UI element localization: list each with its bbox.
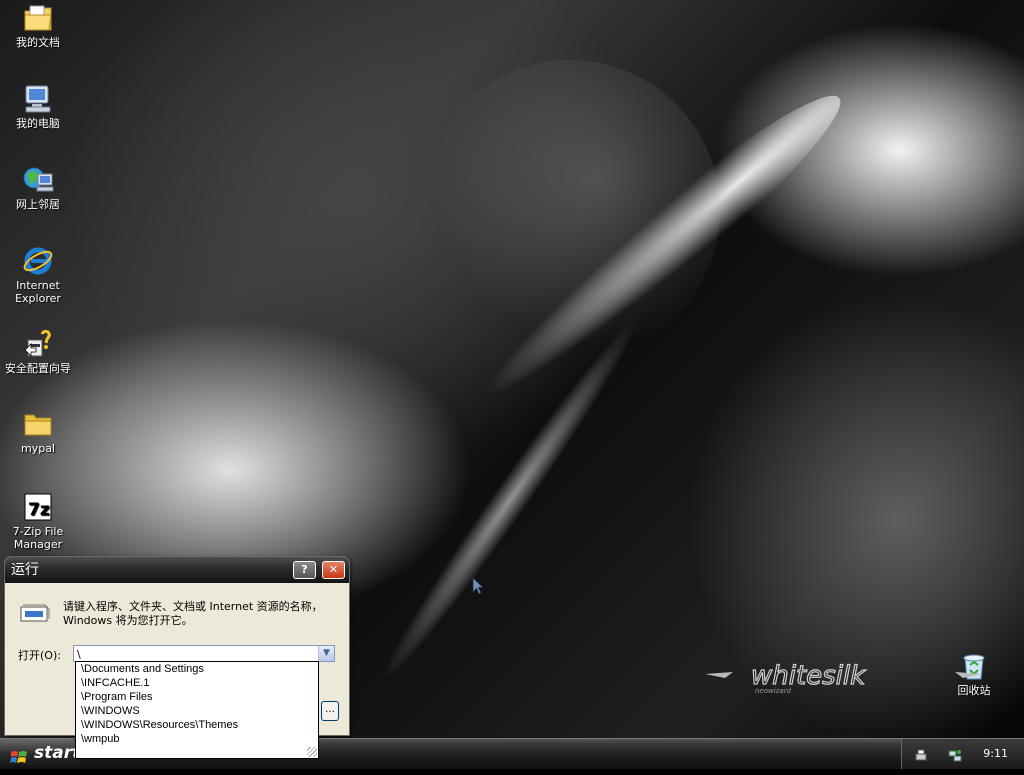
wallpaper-streak [420, 60, 720, 360]
open-combobox[interactable]: \ ▼ [73, 645, 335, 662]
browse-button-partial[interactable]: … [321, 701, 339, 721]
dialog-description: 请键入程序、文件夹、文档或 Internet 资源的名称，Windows 将为您… [63, 600, 323, 627]
desktop-icon-label: 网上邻居 [16, 198, 60, 211]
dialog-title-bar[interactable]: 运行 ? ✕ [5, 557, 349, 583]
7zip-icon: 7z [22, 491, 54, 523]
desktop-icon-mypal[interactable]: mypal [0, 408, 76, 455]
desktop-icon-label: 我的文档 [16, 36, 60, 49]
desktop-icon-label: 我的电脑 [16, 117, 60, 130]
run-icon [19, 601, 51, 625]
desktop-icon-label: 安全配置向导 [5, 362, 71, 375]
folder-icon [22, 408, 54, 440]
mouse-cursor [472, 577, 485, 600]
desktop-icon-label: 7-Zip File Manager [12, 525, 64, 551]
system-tray: 9:11 [901, 739, 1024, 769]
autocomplete-item[interactable]: \Program Files [76, 690, 318, 704]
security-wizard-icon [22, 328, 54, 360]
autocomplete-item[interactable]: \Documents and Settings [76, 662, 318, 676]
desktop-icon-label: mypal [20, 442, 55, 455]
autocomplete-item[interactable]: \WINDOWS [76, 704, 318, 718]
resize-grip[interactable] [307, 747, 317, 757]
help-button[interactable]: ? [293, 561, 316, 579]
close-button[interactable]: ✕ [322, 561, 345, 579]
logo-sub: neowizard [755, 687, 792, 695]
desktop-icon-network-places[interactable]: 网上邻居 [0, 164, 76, 211]
my-documents-icon [22, 2, 54, 34]
start-label: start [34, 743, 81, 763]
network-places-icon [22, 164, 54, 196]
autocomplete-list: \Documents and Settings \INFCACHE.1 \Pro… [75, 661, 319, 759]
desktop-icon-my-computer[interactable]: 我的电脑 [0, 83, 76, 130]
wallpaper-logo: whitesilk neowizard [705, 660, 983, 696]
windows-logo-icon [10, 746, 28, 763]
desktop-icon-label: Internet Explorer [15, 279, 61, 305]
clock[interactable]: 9:11 [983, 747, 1008, 760]
autocomplete-item[interactable]: \wmpub [76, 732, 318, 746]
autocomplete-item[interactable]: \WINDOWS\Resources\Themes [76, 718, 318, 732]
open-input-value[interactable]: \ [77, 648, 81, 661]
my-computer-icon [22, 83, 54, 115]
desktop-icon-7zip[interactable]: 7z 7-Zip File Manager [0, 491, 76, 551]
desktop-icon-my-documents[interactable]: 我的文档 [0, 2, 76, 49]
svg-text:7z: 7z [28, 500, 50, 520]
chevron-down-icon[interactable]: ▼ [318, 646, 334, 661]
dialog-title: 运行 [11, 562, 39, 578]
internet-explorer-icon [22, 245, 54, 277]
network-icon[interactable] [948, 747, 962, 762]
desktop-icon-internet-explorer[interactable]: Internet Explorer [0, 245, 76, 305]
desktop-icon-security-wizard[interactable]: 安全配置向导 [0, 328, 76, 375]
printer-icon[interactable] [914, 747, 928, 761]
autocomplete-item[interactable]: \INFCACHE.1 [76, 676, 318, 690]
open-label: 打开(O): [18, 649, 61, 662]
start-button[interactable]: start [0, 739, 80, 769]
